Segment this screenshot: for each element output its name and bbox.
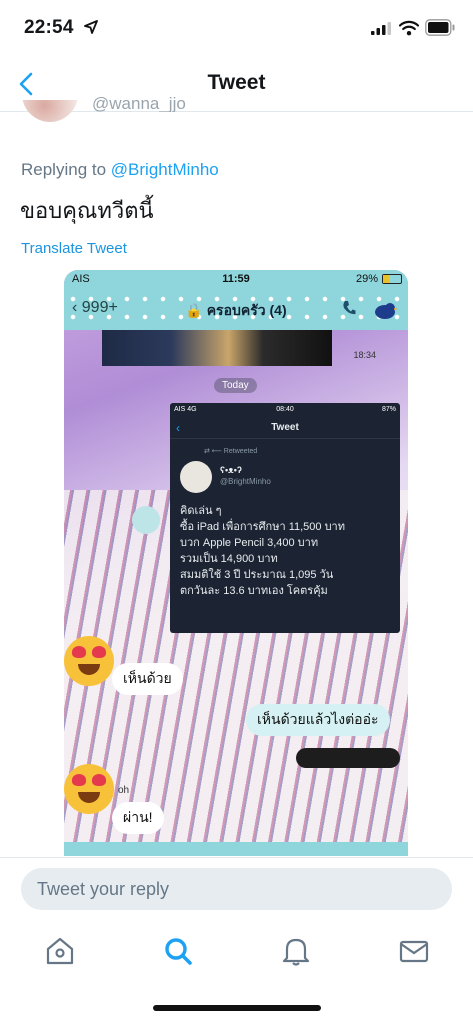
- tab-search[interactable]: [160, 933, 196, 969]
- embedded-line: สมมติใช้ 3 ปี ประมาณ 1,095 วัน: [180, 569, 334, 581]
- embedded-title: Tweet: [271, 422, 299, 433]
- phone-icon: [343, 301, 356, 315]
- replying-prefix: Replying to: [21, 160, 107, 179]
- page-title: Tweet: [207, 71, 266, 94]
- home-indicator[interactable]: [153, 1005, 321, 1011]
- notifications-icon: [282, 938, 310, 966]
- tweet-text: ขอบคุณทวีตนี้: [20, 198, 154, 223]
- tweet-image[interactable]: AIS 11:59 29% ‹ 999+ 🔒 ครอบครัว (4) 18:3…: [64, 270, 408, 856]
- embedded-user-handle: @BrightMinho: [220, 477, 271, 486]
- tab-messages[interactable]: [396, 933, 432, 969]
- embedded-avatar: [180, 461, 212, 493]
- sender-name: oh: [118, 785, 130, 796]
- cellular-signal-icon: [371, 22, 391, 35]
- tab-notifications[interactable]: [278, 933, 314, 969]
- translate-tweet-link[interactable]: Translate Tweet: [21, 240, 127, 257]
- share-icon: [132, 506, 160, 534]
- battery-icon: [425, 19, 455, 36]
- embedded-user: ʕ•ᴥ•ʔ @BrightMinho: [170, 459, 400, 497]
- retweet-indicator: ⇄ ⟵ Retweeted: [204, 448, 258, 455]
- chat-group-name: 🔒 ครอบครัว (4): [185, 302, 287, 318]
- replying-to: Replying to @BrightMinho: [21, 160, 219, 180]
- heart-eyes-emoji-icon: [64, 764, 114, 814]
- chat-bubble: เห็นด้วย: [112, 663, 183, 695]
- embedded-line: บวก Apple Pencil 3,400 บาท: [180, 537, 319, 549]
- embedded-line: รวมเป็น 14,900 บาท: [180, 553, 278, 565]
- chat-bubble: ผ่าน!: [112, 802, 164, 834]
- avatar[interactable]: [22, 100, 78, 122]
- embedded-user-name: ʕ•ᴥ•ʔ: [220, 465, 242, 475]
- tab-bar: [0, 919, 473, 1024]
- search-icon: [165, 938, 192, 965]
- chat-input-strip: [64, 842, 408, 856]
- embedded-line: ตกวันละ 13.6 บาทเอง โคตรคุ้ม: [180, 585, 328, 597]
- embedded-line: คิดเล่น ๆ: [180, 505, 222, 517]
- messages-icon: [399, 940, 429, 963]
- location-arrow-icon: [84, 20, 98, 34]
- replying-mention-link[interactable]: @BrightMinho: [111, 160, 219, 179]
- wifi-icon: [399, 20, 419, 36]
- status-time: 22:54: [24, 17, 74, 38]
- embedded-tweet: AIS 4G 08:40 87% ‹ Tweet ⇄ ⟵ Retweeted ʕ…: [170, 403, 400, 633]
- chat-header: ‹ 999+ 🔒 ครอบครัว (4): [64, 290, 408, 330]
- embedded-status-bar: AIS 4G 08:40 87%: [170, 403, 400, 417]
- date-separator: Today: [214, 378, 257, 393]
- bird-icon: [375, 303, 398, 319]
- embedded-time: 08:40: [276, 406, 294, 413]
- censored-bubble: [296, 748, 400, 768]
- chat-bubble: เห็นด้วยแล้วไงต่ออ่ะ: [246, 704, 390, 736]
- embedded-line: ซื้อ iPad เพื่อการศึกษา 11,500 บาท: [180, 521, 345, 533]
- embedded-nav: ‹ Tweet: [170, 417, 400, 439]
- embedded-battery: 87%: [381, 406, 396, 413]
- user-handle[interactable]: @wanna_jjo: [92, 94, 186, 112]
- reply-input[interactable]: [21, 868, 452, 910]
- embedded-tweet-body: คิดเล่น ๆ ซื้อ iPad เพื่อการศึกษา 11,500…: [170, 497, 400, 605]
- image-battery-percent: 29%: [355, 273, 378, 285]
- shared-photo: [102, 330, 332, 366]
- reply-bar: [0, 857, 473, 919]
- image-status-bar: AIS 11:59 29%: [64, 270, 408, 290]
- image-battery-icon: [382, 274, 402, 284]
- home-icon: [46, 937, 74, 965]
- tab-home[interactable]: [42, 933, 78, 969]
- status-bar: 22:54: [0, 0, 473, 56]
- chat-time: 18:34: [353, 350, 376, 360]
- heart-eyes-emoji-icon: [64, 636, 114, 686]
